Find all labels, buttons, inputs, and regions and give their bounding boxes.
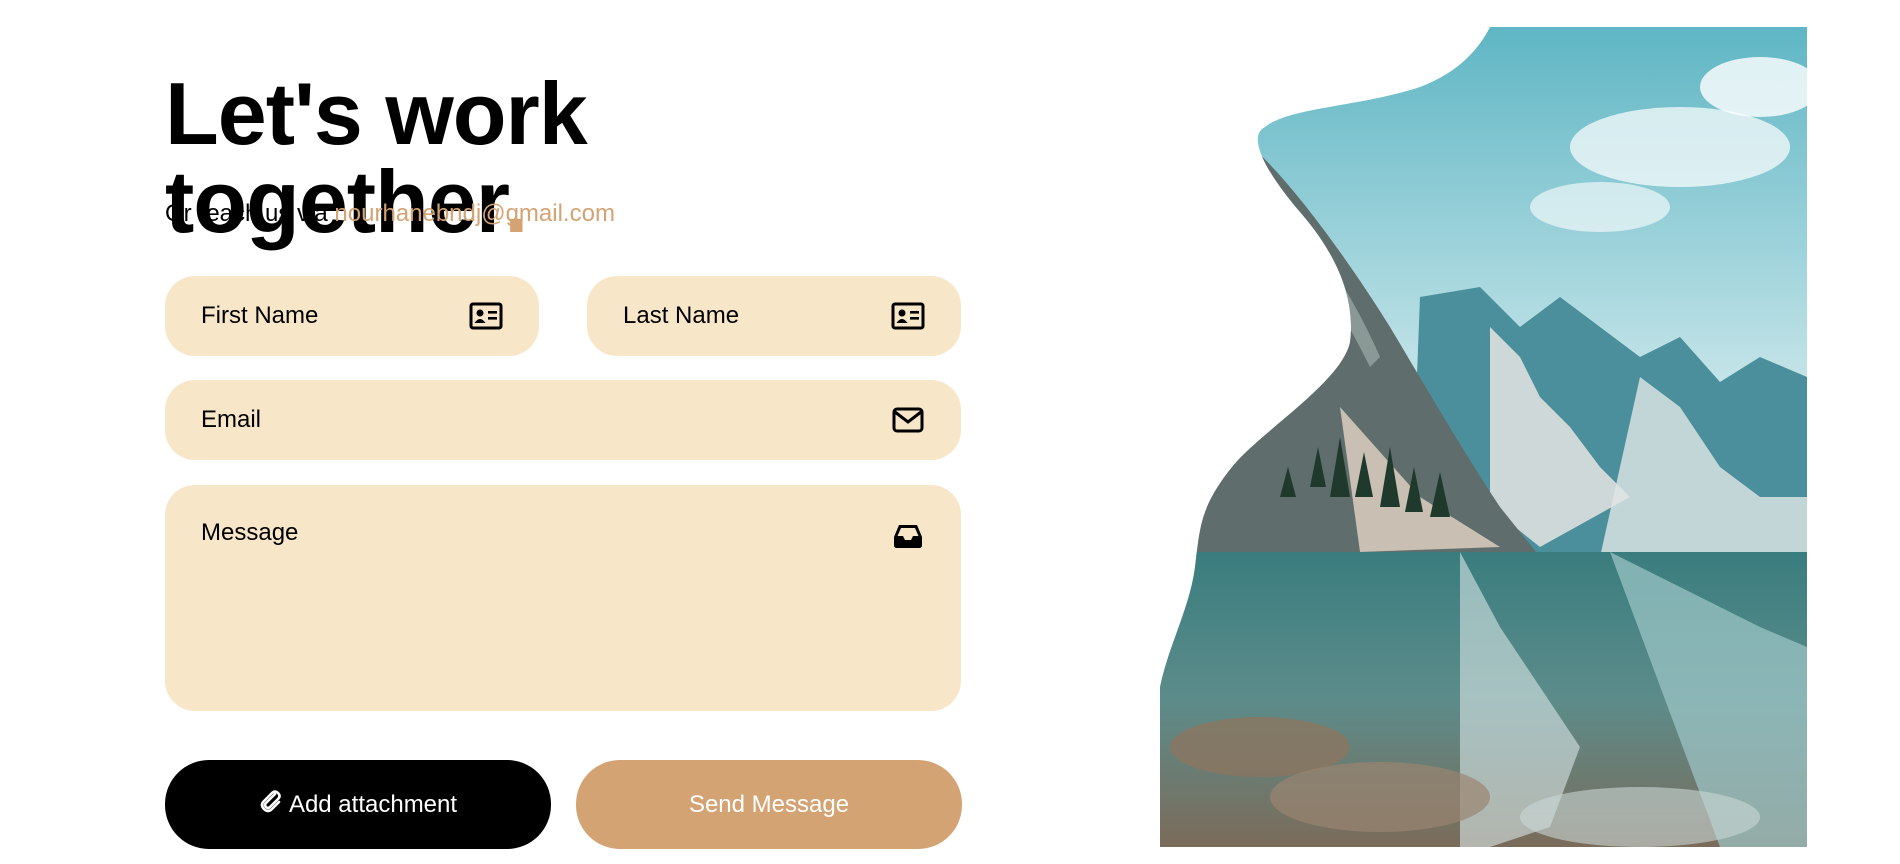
contact-email-link[interactable]: nourhanebndj@gmail.com (334, 200, 615, 227)
contact-panel: Let's work together. Or reach us via nou… (165, 70, 960, 246)
envelope-icon (891, 403, 925, 437)
first-name-input[interactable]: First Name (201, 302, 469, 330)
paperclip-icon (259, 788, 283, 821)
email-input[interactable]: Email (201, 406, 891, 434)
message-field[interactable]: Message (165, 485, 961, 711)
contact-subtitle: Or reach us via nourhanebndj@gmail.com (165, 202, 960, 226)
id-card-icon (891, 299, 925, 333)
last-name-input[interactable]: Last Name (623, 302, 891, 330)
last-name-field[interactable]: Last Name (587, 276, 961, 356)
landscape-photo (1160, 27, 1807, 847)
send-message-button[interactable]: Send Message (576, 760, 962, 849)
message-textarea[interactable]: Message (201, 519, 891, 547)
email-field[interactable]: Email (165, 380, 961, 460)
add-attachment-label: Add attachment (288, 790, 458, 818)
inbox-icon (891, 519, 925, 553)
add-attachment-button[interactable]: Add attachment (165, 760, 551, 849)
first-name-field[interactable]: First Name (165, 276, 539, 356)
send-message-label: Send Message (688, 790, 850, 818)
page-title: Let's work together. (165, 70, 960, 246)
id-card-icon (469, 299, 503, 333)
subtitle-prefix: Or reach us via (165, 200, 328, 227)
